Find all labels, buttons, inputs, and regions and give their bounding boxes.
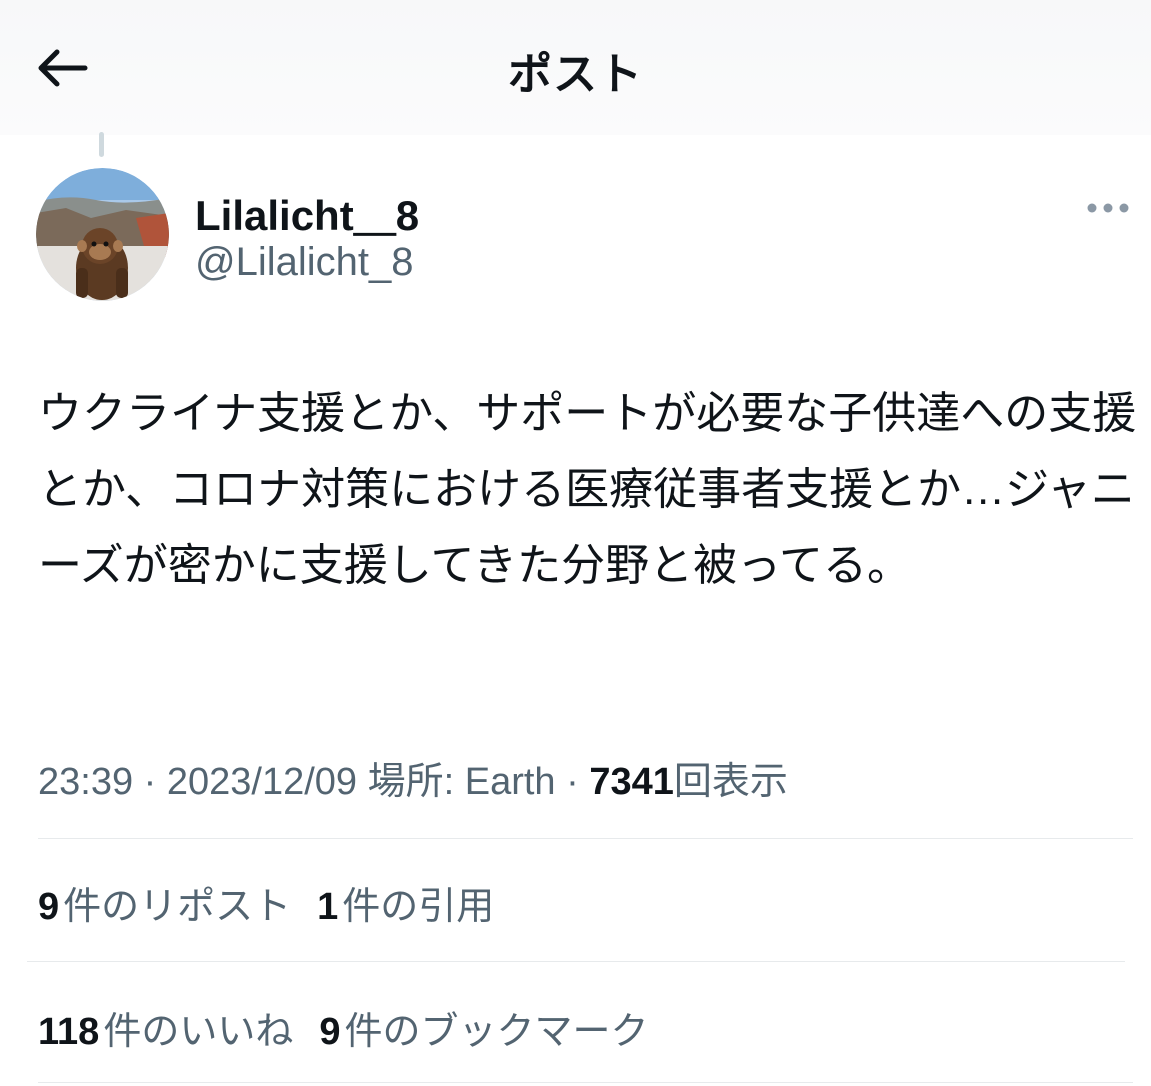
likes-count: 118 xyxy=(38,1011,100,1053)
reposts-stat[interactable]: 9 件のリポスト xyxy=(38,886,291,928)
divider xyxy=(38,838,1133,839)
thread-connector-line xyxy=(99,132,104,157)
top-bar: ポスト xyxy=(0,0,1151,135)
post-metadata: 23:39 · 2023/12/09 場所: Earth · 7341回表示 xyxy=(38,750,788,805)
location: 場所: Earth xyxy=(357,761,556,803)
quotes-count: 1 xyxy=(317,886,339,928)
post-text: ウクライナ支援とか、サポートが必要な子供達への支援とか、コロナ対策における医療従… xyxy=(38,389,1137,590)
more-horizontal-icon xyxy=(1087,203,1129,213)
stats-row-likes: 118 件のいいね 9 件のブックマーク xyxy=(38,1000,674,1055)
separator: · xyxy=(555,761,590,803)
user-handle[interactable]: @Lilalicht_8 xyxy=(195,240,414,285)
divider xyxy=(38,1082,1133,1083)
profile-photo xyxy=(36,168,169,301)
post-time[interactable]: 23:39 xyxy=(38,761,133,803)
divider xyxy=(27,961,1125,962)
bookmarks-count: 9 xyxy=(319,1011,341,1053)
stats-row-reposts: 9 件のリポスト 1 件の引用 xyxy=(38,875,520,930)
post-date[interactable]: 2023/12/09 xyxy=(167,761,357,803)
quotes-label: 件の引用 xyxy=(342,886,495,928)
bookmarks-label: 件のブックマーク xyxy=(344,1011,649,1053)
reposts-label: 件のリポスト xyxy=(63,886,292,928)
quotes-stat[interactable]: 1 件の引用 xyxy=(317,886,494,928)
bookmarks-stat[interactable]: 9 件のブックマーク xyxy=(319,1011,648,1053)
page-title: ポスト xyxy=(508,50,643,99)
reposts-count: 9 xyxy=(38,886,60,928)
more-options-button[interactable] xyxy=(1080,195,1136,221)
likes-stat[interactable]: 118 件のいいね xyxy=(38,1011,293,1053)
view-label: 回表示 xyxy=(673,761,788,803)
avatar[interactable] xyxy=(36,168,169,301)
separator: · xyxy=(133,761,167,803)
likes-label: 件のいいね xyxy=(103,1011,294,1053)
display-name[interactable]: Lilalicht＿8 xyxy=(195,182,419,243)
view-count: 7341 xyxy=(589,761,674,803)
